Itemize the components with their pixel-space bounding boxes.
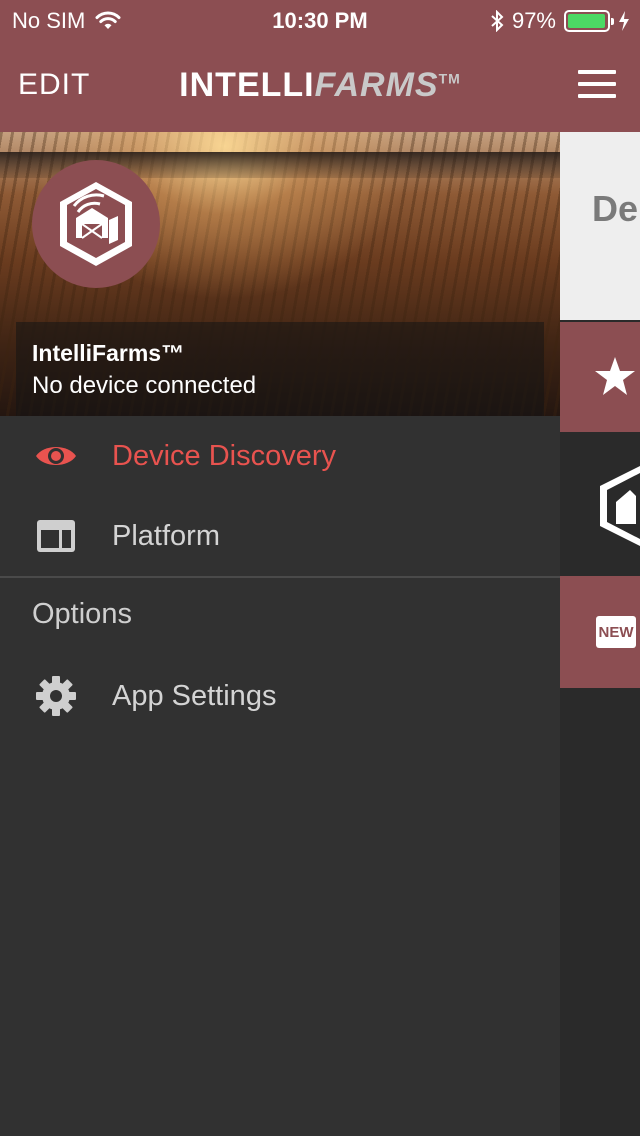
eye-icon [32,432,80,480]
options-section-title: Options [32,598,132,630]
bluetooth-icon [491,10,504,32]
peek-tile-header[interactable]: De [560,132,640,320]
drawer-item-device-discovery[interactable]: Device Discovery [0,416,560,496]
status-bar: No SIM 10:30 PM 97% [0,0,640,40]
hero-subtitle: No device connected [32,372,257,399]
new-badge: NEW [596,616,636,648]
battery-level [568,14,605,28]
battery-icon [564,10,614,32]
hamburger-menu-icon[interactable] [578,70,616,98]
brand-part2: FARMS [314,66,439,104]
drawer-item-platform[interactable]: Platform [0,496,560,576]
drawer-item-label: Device Discovery [112,439,336,472]
drawer-divider [0,576,560,578]
platform-icon [32,512,80,560]
peek-tile-text: De [592,188,639,229]
barn-logo-icon [60,182,132,266]
peek-tile-favorites[interactable] [560,322,640,432]
avatar [32,160,160,288]
status-right: 97% [490,8,630,34]
nav-bar: EDIT INTELLIFARMSTM [0,40,640,132]
battery-percent: 97% [511,8,556,33]
charging-bolt-icon [619,11,629,31]
star-icon [595,357,635,395]
navigation-drawer: IntelliFarms™ No device connected Device… [0,132,560,1136]
drawer-item-label: Platform [112,519,220,552]
gear-icon [32,672,80,720]
drawer-hero: IntelliFarms™ No device connected [0,132,560,416]
hero-caption: IntelliFarms™ No device connected [16,322,544,416]
brand-tm: TM [438,70,461,87]
peek-tile-logo[interactable] [560,432,640,574]
main-content-peek: De NEW [560,132,640,1136]
brand-logo: INTELLIFARMSTM [0,66,640,105]
drawer-item-app-settings[interactable]: App Settings [0,656,560,736]
drawer-item-label: App Settings [112,679,277,712]
brand-part1: INTELLI [179,66,315,104]
map-logo-icon [600,466,640,546]
top-bar: No SIM 10:30 PM 97% EDIT INTELLIFARMSTM [0,0,640,132]
peek-tile-new[interactable]: NEW [560,576,640,688]
hero-title: IntelliFarms™ [32,340,185,366]
